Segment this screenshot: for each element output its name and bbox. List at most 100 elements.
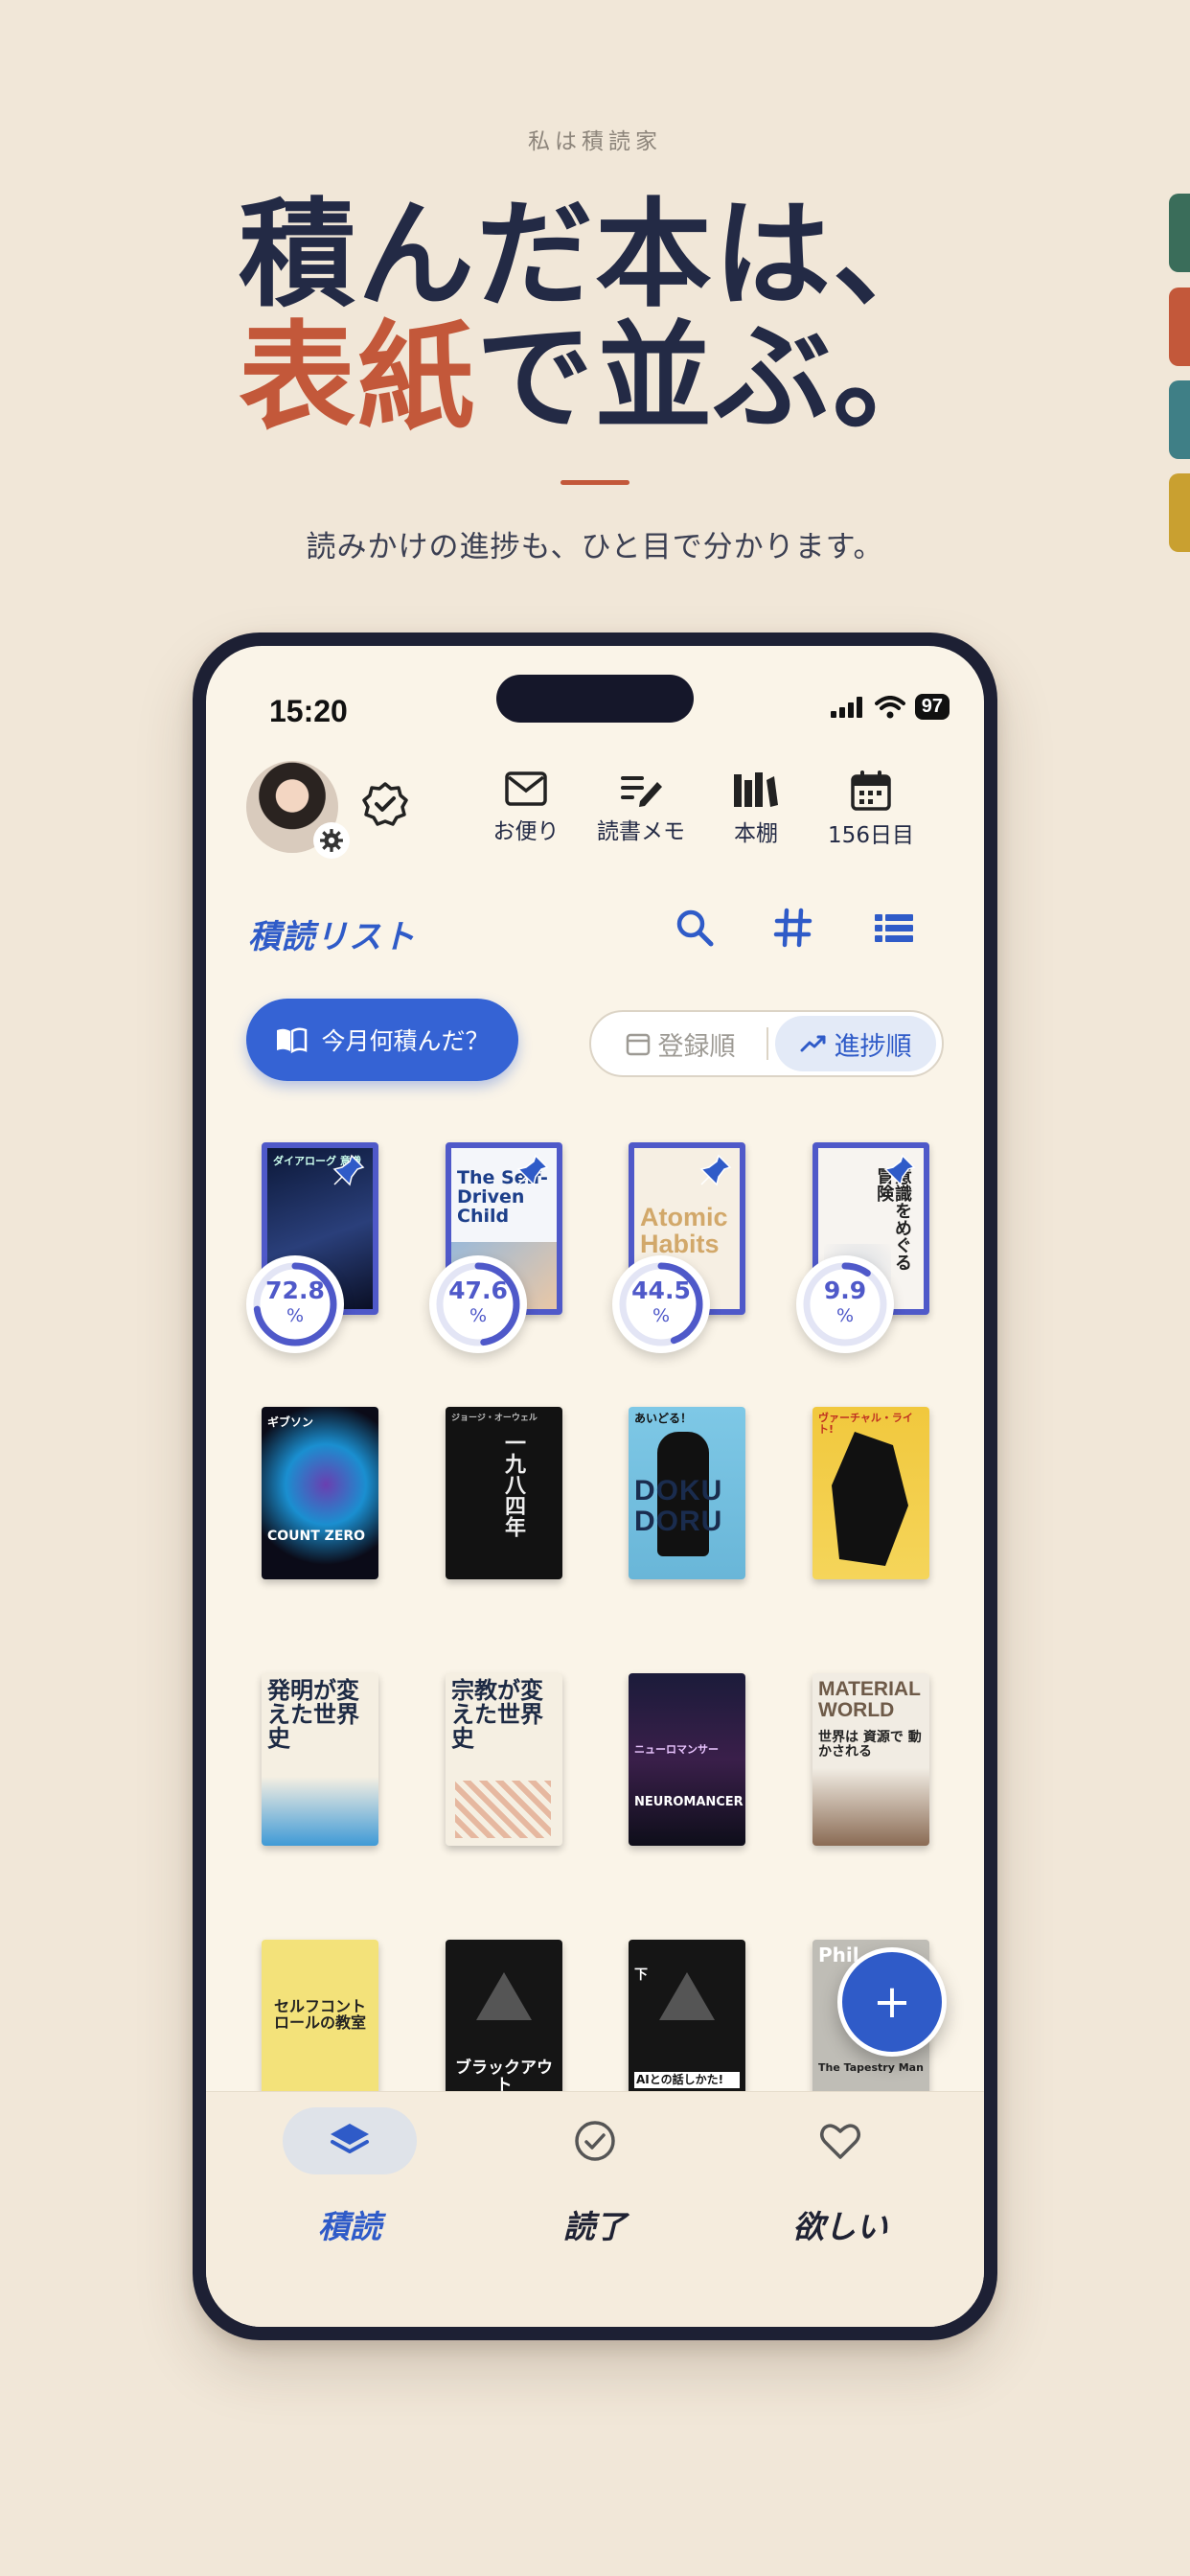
progress-value: 9.9 (823, 1276, 867, 1304)
progress-value: 47.6 (448, 1276, 508, 1304)
tab-wishlist-label: 欲しい (792, 2208, 888, 2245)
sort-progress-label: 進捗順 (834, 1031, 912, 1062)
side-tab-green (1169, 194, 1190, 272)
check-circle-icon (575, 2121, 615, 2161)
side-tab-teal (1169, 380, 1190, 459)
search-icon (676, 909, 714, 947)
book-cover-subtitle: 世界は 資源で 動かされる (818, 1730, 922, 1760)
signal-icon (830, 696, 862, 718)
tab-wishlist-pill (773, 2107, 907, 2174)
side-tab-yellow (1169, 473, 1190, 552)
book-card[interactable]: 宗教が変えた世界史 (446, 1673, 562, 1846)
book-cover-title: 宗教が変えた世界史 (451, 1677, 543, 1753)
sort-registered-label: 登録順 (657, 1031, 736, 1062)
progress-ring: 44.5 % (612, 1255, 710, 1353)
list-view-icon (875, 914, 913, 942)
pen-notes-icon (621, 776, 662, 807)
tab-tsundoku[interactable]: 積読 (254, 2107, 446, 2247)
status-icons: 97 (830, 694, 950, 720)
progress-value: 44.5 (631, 1276, 691, 1304)
book-card[interactable]: ブラックアウト (446, 1940, 562, 2112)
book-cover-title: MATERIAL WORLD (818, 1678, 921, 1722)
book-cover-author: ジョージ・オーウェル (451, 1414, 538, 1423)
nav-days-label: 156日目 (828, 823, 914, 848)
tab-tsundoku-pill (283, 2107, 417, 2174)
add-book-button[interactable]: + (837, 1947, 947, 2057)
calendar-icon (851, 770, 891, 811)
calendar-icon (626, 1033, 650, 1056)
book-card[interactable]: 下 AIとの話しかた! (629, 1940, 745, 2112)
monthly-stack-label: 今月何積んだ？ (321, 1027, 490, 1055)
book-card[interactable]: 発明が変えた世界史 (262, 1673, 378, 1846)
book-card[interactable]: ギブソン COUNT ZERO (262, 1407, 378, 1579)
progress-ring: 9.9 % (796, 1255, 894, 1353)
bookshelf-icon (734, 772, 778, 807)
progress-ring: 47.6 % (429, 1255, 527, 1353)
book-card[interactable]: ジョージ・オーウェル 一九八四年 (446, 1407, 562, 1579)
sort-registered-option[interactable]: 登録順 (599, 1016, 762, 1071)
monthly-stack-button[interactable]: 今月何積んだ？ (246, 999, 518, 1081)
phone-frame: 15:20 97 お便り 読書メモ 本棚 156日目 積読リスト 今月何積んだ？… (193, 632, 997, 2340)
hero-divider (561, 480, 629, 485)
tab-wishlist[interactable]: 欲しい (744, 2107, 936, 2247)
book-cover-title: DOKUDORU (634, 1475, 723, 1537)
sort-progress-option[interactable]: 進捗順 (775, 1016, 936, 1071)
sort-segmented-control: 登録順 進捗順 (589, 1010, 944, 1077)
pin-icon (332, 1154, 365, 1186)
book-cover-title: セルフコントロールの教室 (273, 1997, 366, 2032)
book-cover-title: Atomic Habits (640, 1203, 728, 1259)
nav-notes[interactable]: 読書メモ (584, 770, 698, 845)
book-card[interactable]: セルフコントロールの教室 (262, 1940, 378, 2112)
hero-eyebrow: 私は積読家 (528, 129, 662, 154)
book-cover-title: 一九八四年 (501, 1432, 525, 1537)
app-screen: 15:20 97 お便り 読書メモ 本棚 156日目 積読リスト 今月何積んだ？… (206, 646, 984, 2327)
book-cover-title: NEUROMANCER (634, 1795, 744, 1809)
tab-finished-pill (528, 2107, 662, 2174)
verified-badge-icon (362, 782, 408, 826)
book-card[interactable]: ヴァーチャル・ライト! (812, 1407, 929, 1579)
book-cover-title: 発明が変えた世界史 (267, 1677, 359, 1753)
dynamic-island (496, 675, 694, 723)
hero-headline-accent: 表紙 (239, 310, 476, 446)
list-view-button[interactable] (873, 907, 915, 953)
side-tab-orange (1169, 288, 1190, 366)
progress-value: 72.8 (265, 1276, 325, 1304)
pin-icon (699, 1154, 732, 1186)
hashtag-icon (773, 908, 812, 948)
tag-filter-button[interactable] (773, 907, 813, 953)
verified-button[interactable] (361, 780, 409, 832)
book-card[interactable]: あいどる！ DOKUDORU (629, 1407, 745, 1579)
progress-unit: % (286, 1305, 305, 1326)
hero-headline-line1: 積んだ本は、 (239, 187, 951, 323)
trending-up-icon (800, 1035, 825, 1052)
nav-shelf-label: 本棚 (734, 821, 778, 846)
tab-finished[interactable]: 読了 (499, 2107, 691, 2247)
search-button[interactable] (674, 907, 716, 953)
plus-icon: + (872, 1975, 912, 2029)
pin-icon (883, 1154, 916, 1186)
book-card[interactable]: ニューロマンサー NEUROMANCER (629, 1673, 745, 1846)
nav-mail-label: お便り (492, 819, 560, 844)
list-title: 積読リスト (248, 918, 416, 956)
wifi-icon (874, 695, 905, 718)
progress-unit: % (652, 1305, 671, 1326)
nav-days[interactable]: 156日目 (813, 770, 928, 849)
mail-icon (505, 771, 547, 806)
hero-headline-rest: で並ぶ。 (476, 310, 951, 446)
status-time: 15:20 (269, 694, 348, 728)
heart-icon (820, 2124, 860, 2159)
avatar-settings-button[interactable] (313, 822, 350, 859)
book-card[interactable]: MATERIAL WORLD 世界は 資源で 動かされる (812, 1673, 929, 1846)
book-cover-title: ブラックアウト (455, 2058, 553, 2095)
hero-subtitle: 読みかけの進捗も、ひと目で分かります。 (306, 530, 884, 564)
bottom-tab-bar: 積読 読了 欲しい (206, 2091, 984, 2327)
nav-mail[interactable]: お便り (469, 770, 584, 845)
nav-notes-label: 読書メモ (597, 819, 685, 844)
book-cover-title: AIとの話しかた! (634, 2072, 740, 2088)
hero-headline-line2: 表紙で並ぶ。 (0, 319, 1190, 436)
book-cover-title: COUNT ZERO (267, 1529, 366, 1544)
book-cover-author: ギブソン (267, 1415, 314, 1429)
tab-tsundoku-label: 積読 (318, 2208, 381, 2245)
nav-shelf[interactable]: 本棚 (698, 770, 813, 847)
battery-indicator: 97 (914, 694, 950, 720)
